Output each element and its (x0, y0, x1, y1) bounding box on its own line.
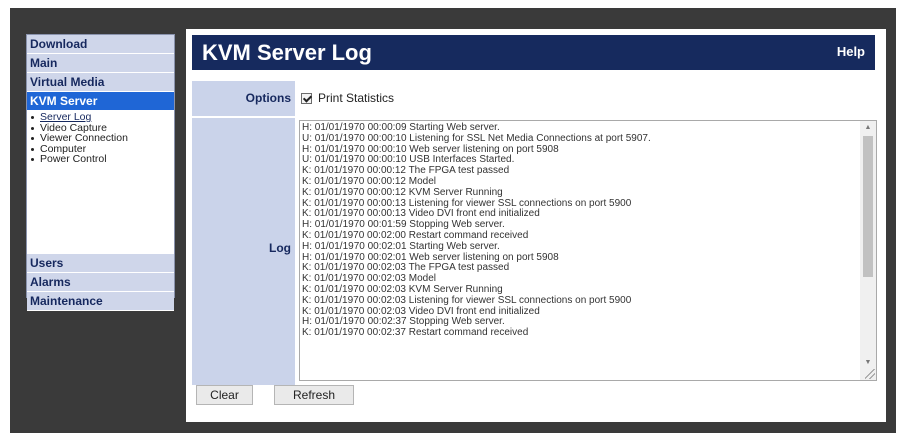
submenu-item-power-control[interactable]: Power Control (30, 154, 174, 165)
scroll-down-arrow-icon[interactable]: ▼ (860, 356, 876, 370)
help-link[interactable]: Help (837, 44, 865, 59)
log-line: K: 01/01/1970 00:02:03 Listening for vie… (302, 294, 632, 306)
log-label: Log (192, 118, 295, 385)
clear-button[interactable]: Clear (196, 385, 253, 405)
nav-item-download[interactable]: Download (27, 35, 174, 54)
options-row: Print Statistics (298, 81, 394, 116)
log-lines: H: 01/01/1970 00:00:09 Starting Web serv… (302, 122, 860, 339)
title-bar: KVM Server Log Help (192, 35, 875, 70)
nav-item-users[interactable]: Users (27, 254, 174, 273)
log-textarea[interactable]: H: 01/01/1970 00:00:09 Starting Web serv… (299, 120, 877, 381)
nav-item-virtual-media[interactable]: Virtual Media (27, 73, 174, 92)
nav-item-maintenance[interactable]: Maintenance (27, 292, 174, 311)
page-title: KVM Server Log (202, 40, 372, 65)
nav-item-kvm-server[interactable]: KVM Server (27, 92, 174, 111)
log-scrollbar[interactable]: ▲ ▼ (860, 121, 876, 380)
resize-grip-icon[interactable] (865, 369, 875, 379)
options-label: Options (192, 81, 295, 116)
log-line: K: 01/01/1970 00:00:12 KVM Server Runnin… (302, 186, 503, 198)
log-line: U: 01/01/1970 00:00:10 Listening for SSL… (302, 132, 651, 144)
main-panel: KVM Server Log Help Options Print Statis… (186, 29, 886, 422)
sidebar: Download Main Virtual Media KVM Server S… (26, 34, 175, 311)
submenu-item-viewer-connection[interactable]: Viewer Connection (30, 133, 174, 144)
log-line: K: 01/01/1970 00:02:37 Restart command r… (302, 327, 529, 339)
print-statistics-label[interactable]: Print Statistics (318, 81, 394, 116)
submenu-item-server-log[interactable]: Server Log (30, 112, 174, 123)
print-statistics-checkbox[interactable] (301, 93, 312, 104)
nav-item-alarms[interactable]: Alarms (27, 273, 174, 292)
log-line: H: 01/01/1970 00:02:01 Starting Web serv… (302, 240, 500, 252)
kvm-server-submenu: Server Log Video Capture Viewer Connecti… (27, 111, 174, 254)
scroll-up-arrow-icon[interactable]: ▲ (860, 121, 876, 135)
refresh-button[interactable]: Refresh (274, 385, 354, 405)
scrollbar-thumb[interactable] (863, 136, 873, 277)
nav-item-main[interactable]: Main (27, 54, 174, 73)
